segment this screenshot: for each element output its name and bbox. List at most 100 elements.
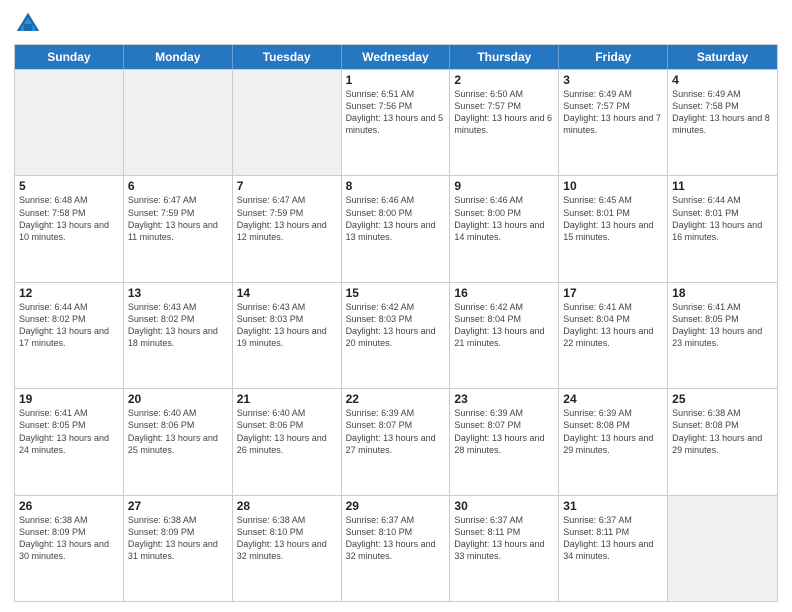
cal-row-4: 26Sunrise: 6:38 AM Sunset: 8:09 PM Dayli…	[15, 495, 777, 601]
weekday-header-friday: Friday	[559, 45, 668, 69]
day-info: Sunrise: 6:48 AM Sunset: 7:58 PM Dayligh…	[19, 194, 119, 243]
cal-cell-21: 21Sunrise: 6:40 AM Sunset: 8:06 PM Dayli…	[233, 389, 342, 494]
day-info: Sunrise: 6:43 AM Sunset: 8:03 PM Dayligh…	[237, 301, 337, 350]
cal-row-2: 12Sunrise: 6:44 AM Sunset: 8:02 PM Dayli…	[15, 282, 777, 388]
day-number: 14	[237, 286, 337, 300]
day-number: 25	[672, 392, 773, 406]
day-number: 18	[672, 286, 773, 300]
day-number: 27	[128, 499, 228, 513]
weekday-header-thursday: Thursday	[450, 45, 559, 69]
weekday-header-saturday: Saturday	[668, 45, 777, 69]
day-info: Sunrise: 6:38 AM Sunset: 8:09 PM Dayligh…	[128, 514, 228, 563]
day-info: Sunrise: 6:40 AM Sunset: 8:06 PM Dayligh…	[128, 407, 228, 456]
cal-row-0: 1Sunrise: 6:51 AM Sunset: 7:56 PM Daylig…	[15, 69, 777, 175]
cal-cell-14: 14Sunrise: 6:43 AM Sunset: 8:03 PM Dayli…	[233, 283, 342, 388]
day-number: 1	[346, 73, 446, 87]
day-number: 26	[19, 499, 119, 513]
day-info: Sunrise: 6:39 AM Sunset: 8:07 PM Dayligh…	[346, 407, 446, 456]
cal-cell-31: 31Sunrise: 6:37 AM Sunset: 8:11 PM Dayli…	[559, 496, 668, 601]
cal-cell-17: 17Sunrise: 6:41 AM Sunset: 8:04 PM Dayli…	[559, 283, 668, 388]
day-number: 29	[346, 499, 446, 513]
day-number: 22	[346, 392, 446, 406]
logo	[14, 10, 46, 38]
day-number: 19	[19, 392, 119, 406]
day-number: 24	[563, 392, 663, 406]
day-number: 20	[128, 392, 228, 406]
cal-cell-11: 11Sunrise: 6:44 AM Sunset: 8:01 PM Dayli…	[668, 176, 777, 281]
day-number: 13	[128, 286, 228, 300]
day-number: 16	[454, 286, 554, 300]
day-info: Sunrise: 6:49 AM Sunset: 7:58 PM Dayligh…	[672, 88, 773, 137]
day-info: Sunrise: 6:43 AM Sunset: 8:02 PM Dayligh…	[128, 301, 228, 350]
day-info: Sunrise: 6:45 AM Sunset: 8:01 PM Dayligh…	[563, 194, 663, 243]
logo-icon	[14, 10, 42, 38]
day-number: 6	[128, 179, 228, 193]
day-number: 4	[672, 73, 773, 87]
day-info: Sunrise: 6:39 AM Sunset: 8:08 PM Dayligh…	[563, 407, 663, 456]
cal-row-1: 5Sunrise: 6:48 AM Sunset: 7:58 PM Daylig…	[15, 175, 777, 281]
weekday-header-tuesday: Tuesday	[233, 45, 342, 69]
day-info: Sunrise: 6:44 AM Sunset: 8:02 PM Dayligh…	[19, 301, 119, 350]
day-info: Sunrise: 6:37 AM Sunset: 8:11 PM Dayligh…	[563, 514, 663, 563]
cal-cell-empty-4-6	[668, 496, 777, 601]
cal-cell-29: 29Sunrise: 6:37 AM Sunset: 8:10 PM Dayli…	[342, 496, 451, 601]
cal-cell-9: 9Sunrise: 6:46 AM Sunset: 8:00 PM Daylig…	[450, 176, 559, 281]
cal-cell-empty-0-2	[233, 70, 342, 175]
cal-cell-5: 5Sunrise: 6:48 AM Sunset: 7:58 PM Daylig…	[15, 176, 124, 281]
cal-cell-16: 16Sunrise: 6:42 AM Sunset: 8:04 PM Dayli…	[450, 283, 559, 388]
day-number: 10	[563, 179, 663, 193]
day-info: Sunrise: 6:37 AM Sunset: 8:11 PM Dayligh…	[454, 514, 554, 563]
day-number: 21	[237, 392, 337, 406]
day-info: Sunrise: 6:47 AM Sunset: 7:59 PM Dayligh…	[128, 194, 228, 243]
day-info: Sunrise: 6:47 AM Sunset: 7:59 PM Dayligh…	[237, 194, 337, 243]
cal-cell-27: 27Sunrise: 6:38 AM Sunset: 8:09 PM Dayli…	[124, 496, 233, 601]
day-info: Sunrise: 6:46 AM Sunset: 8:00 PM Dayligh…	[454, 194, 554, 243]
day-number: 23	[454, 392, 554, 406]
weekday-header-wednesday: Wednesday	[342, 45, 451, 69]
cal-cell-2: 2Sunrise: 6:50 AM Sunset: 7:57 PM Daylig…	[450, 70, 559, 175]
day-info: Sunrise: 6:37 AM Sunset: 8:10 PM Dayligh…	[346, 514, 446, 563]
cal-cell-22: 22Sunrise: 6:39 AM Sunset: 8:07 PM Dayli…	[342, 389, 451, 494]
cal-cell-7: 7Sunrise: 6:47 AM Sunset: 7:59 PM Daylig…	[233, 176, 342, 281]
day-number: 2	[454, 73, 554, 87]
day-info: Sunrise: 6:46 AM Sunset: 8:00 PM Dayligh…	[346, 194, 446, 243]
day-info: Sunrise: 6:40 AM Sunset: 8:06 PM Dayligh…	[237, 407, 337, 456]
cal-cell-10: 10Sunrise: 6:45 AM Sunset: 8:01 PM Dayli…	[559, 176, 668, 281]
calendar: SundayMondayTuesdayWednesdayThursdayFrid…	[14, 44, 778, 602]
day-number: 7	[237, 179, 337, 193]
cal-cell-12: 12Sunrise: 6:44 AM Sunset: 8:02 PM Dayli…	[15, 283, 124, 388]
header	[14, 10, 778, 38]
cal-row-3: 19Sunrise: 6:41 AM Sunset: 8:05 PM Dayli…	[15, 388, 777, 494]
day-number: 17	[563, 286, 663, 300]
day-info: Sunrise: 6:50 AM Sunset: 7:57 PM Dayligh…	[454, 88, 554, 137]
cal-cell-24: 24Sunrise: 6:39 AM Sunset: 8:08 PM Dayli…	[559, 389, 668, 494]
cal-cell-13: 13Sunrise: 6:43 AM Sunset: 8:02 PM Dayli…	[124, 283, 233, 388]
day-info: Sunrise: 6:41 AM Sunset: 8:05 PM Dayligh…	[19, 407, 119, 456]
day-info: Sunrise: 6:42 AM Sunset: 8:03 PM Dayligh…	[346, 301, 446, 350]
cal-cell-empty-0-0	[15, 70, 124, 175]
cal-cell-3: 3Sunrise: 6:49 AM Sunset: 7:57 PM Daylig…	[559, 70, 668, 175]
cal-cell-19: 19Sunrise: 6:41 AM Sunset: 8:05 PM Dayli…	[15, 389, 124, 494]
cal-cell-8: 8Sunrise: 6:46 AM Sunset: 8:00 PM Daylig…	[342, 176, 451, 281]
day-number: 15	[346, 286, 446, 300]
calendar-body: 1Sunrise: 6:51 AM Sunset: 7:56 PM Daylig…	[15, 69, 777, 601]
day-info: Sunrise: 6:41 AM Sunset: 8:05 PM Dayligh…	[672, 301, 773, 350]
day-number: 28	[237, 499, 337, 513]
day-info: Sunrise: 6:39 AM Sunset: 8:07 PM Dayligh…	[454, 407, 554, 456]
day-info: Sunrise: 6:38 AM Sunset: 8:09 PM Dayligh…	[19, 514, 119, 563]
day-number: 5	[19, 179, 119, 193]
day-number: 3	[563, 73, 663, 87]
cal-cell-25: 25Sunrise: 6:38 AM Sunset: 8:08 PM Dayli…	[668, 389, 777, 494]
day-number: 30	[454, 499, 554, 513]
cal-cell-30: 30Sunrise: 6:37 AM Sunset: 8:11 PM Dayli…	[450, 496, 559, 601]
cal-cell-15: 15Sunrise: 6:42 AM Sunset: 8:03 PM Dayli…	[342, 283, 451, 388]
day-info: Sunrise: 6:38 AM Sunset: 8:10 PM Dayligh…	[237, 514, 337, 563]
calendar-header: SundayMondayTuesdayWednesdayThursdayFrid…	[15, 45, 777, 69]
day-info: Sunrise: 6:44 AM Sunset: 8:01 PM Dayligh…	[672, 194, 773, 243]
cal-cell-23: 23Sunrise: 6:39 AM Sunset: 8:07 PM Dayli…	[450, 389, 559, 494]
day-number: 11	[672, 179, 773, 193]
day-number: 9	[454, 179, 554, 193]
cal-cell-20: 20Sunrise: 6:40 AM Sunset: 8:06 PM Dayli…	[124, 389, 233, 494]
day-info: Sunrise: 6:51 AM Sunset: 7:56 PM Dayligh…	[346, 88, 446, 137]
day-info: Sunrise: 6:49 AM Sunset: 7:57 PM Dayligh…	[563, 88, 663, 137]
